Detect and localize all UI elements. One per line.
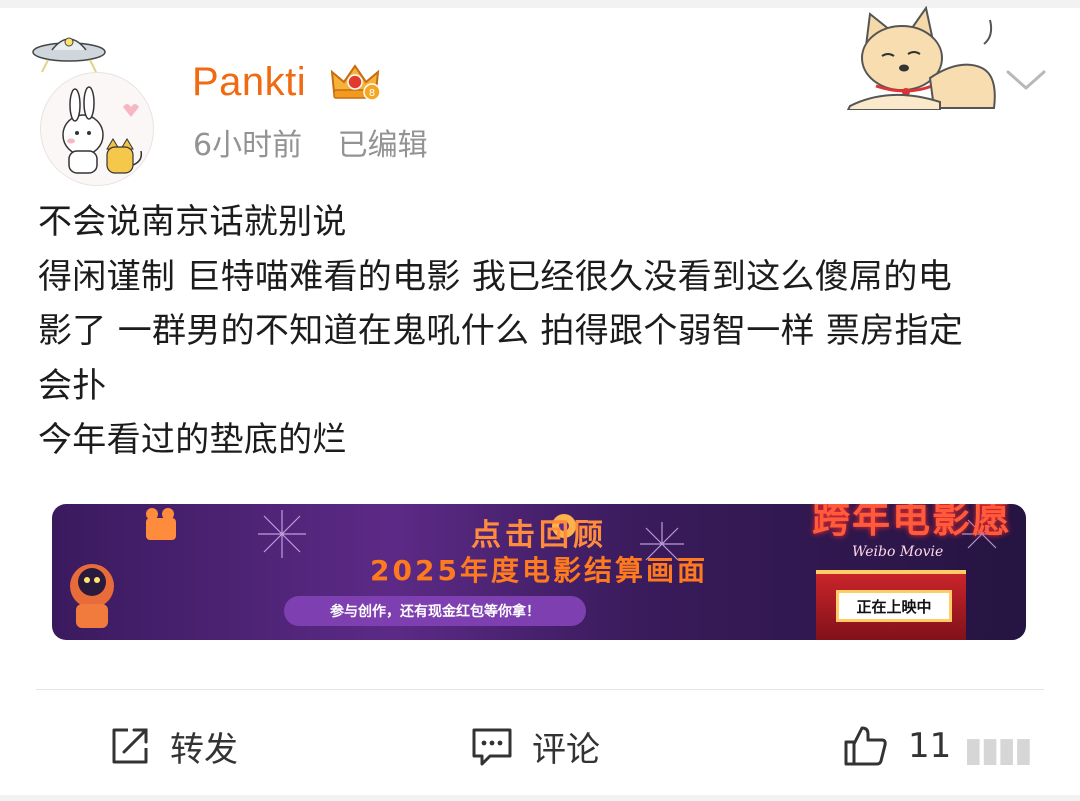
rabbit-cat-avatar-icon	[62, 86, 143, 174]
post-line: 得闲谨制 巨特喵难看的电影 我已经很久没看到这么傻屌的电	[38, 256, 953, 297]
share-icon	[112, 728, 148, 764]
username[interactable]: Pankti	[192, 58, 306, 106]
banner-right-title: 跨年电影愿	[812, 504, 1013, 541]
avatar[interactable]	[40, 72, 154, 186]
banner-cta-pill[interactable]: 参与创作，还有现金红包等你拿！	[284, 596, 586, 626]
post-line: 会扑	[38, 365, 107, 406]
thumbs-up-icon	[844, 726, 887, 766]
weibo-watermark-icon: ▮▮▮▮	[964, 730, 1033, 770]
comment-label: 评论	[532, 729, 600, 770]
banner-script: Weibo Movie	[852, 544, 944, 560]
divider	[36, 689, 1044, 690]
post-time: 6小时前	[193, 128, 303, 163]
ufo-decoration-icon	[32, 37, 106, 73]
comment-icon	[472, 728, 512, 766]
forward-button[interactable]: 转发	[108, 722, 238, 770]
post-line: 不会说南京话就别说	[38, 202, 347, 242]
like-count: 11	[908, 726, 952, 766]
forward-label: 转发	[170, 729, 238, 770]
shiba-dog-decoration-icon	[846, 6, 996, 110]
crown-badge-icon[interactable]: 8	[328, 62, 382, 102]
edited-label[interactable]: 已编辑	[338, 128, 428, 163]
comment-button[interactable]: 评论	[470, 722, 600, 770]
post-meta: 6小时前 已编辑	[193, 126, 454, 166]
post-line: 影了 一群男的不知道在鬼吼什么 拍得跟个弱智一样 票房指定	[38, 311, 964, 351]
bottom-separator	[0, 795, 1080, 801]
chevron-down-icon[interactable]	[1004, 66, 1048, 94]
movie-review-banner[interactable]: 点击回顾 2025年度电影结算画面 参与创作，还有现金红包等你拿！ 跨年电影愿 …	[52, 504, 1026, 640]
post-content: 不会说南京话就别说 得闲谨制 巨特喵难看的电影 我已经很久没看到这么傻屌的电 影…	[38, 195, 1038, 468]
post-line: 今年看过的垫底的烂	[38, 420, 347, 460]
like-button[interactable]: 11	[842, 722, 951, 770]
marquee-label: 正在上映中	[836, 590, 952, 622]
svg-text:8: 8	[369, 88, 375, 99]
